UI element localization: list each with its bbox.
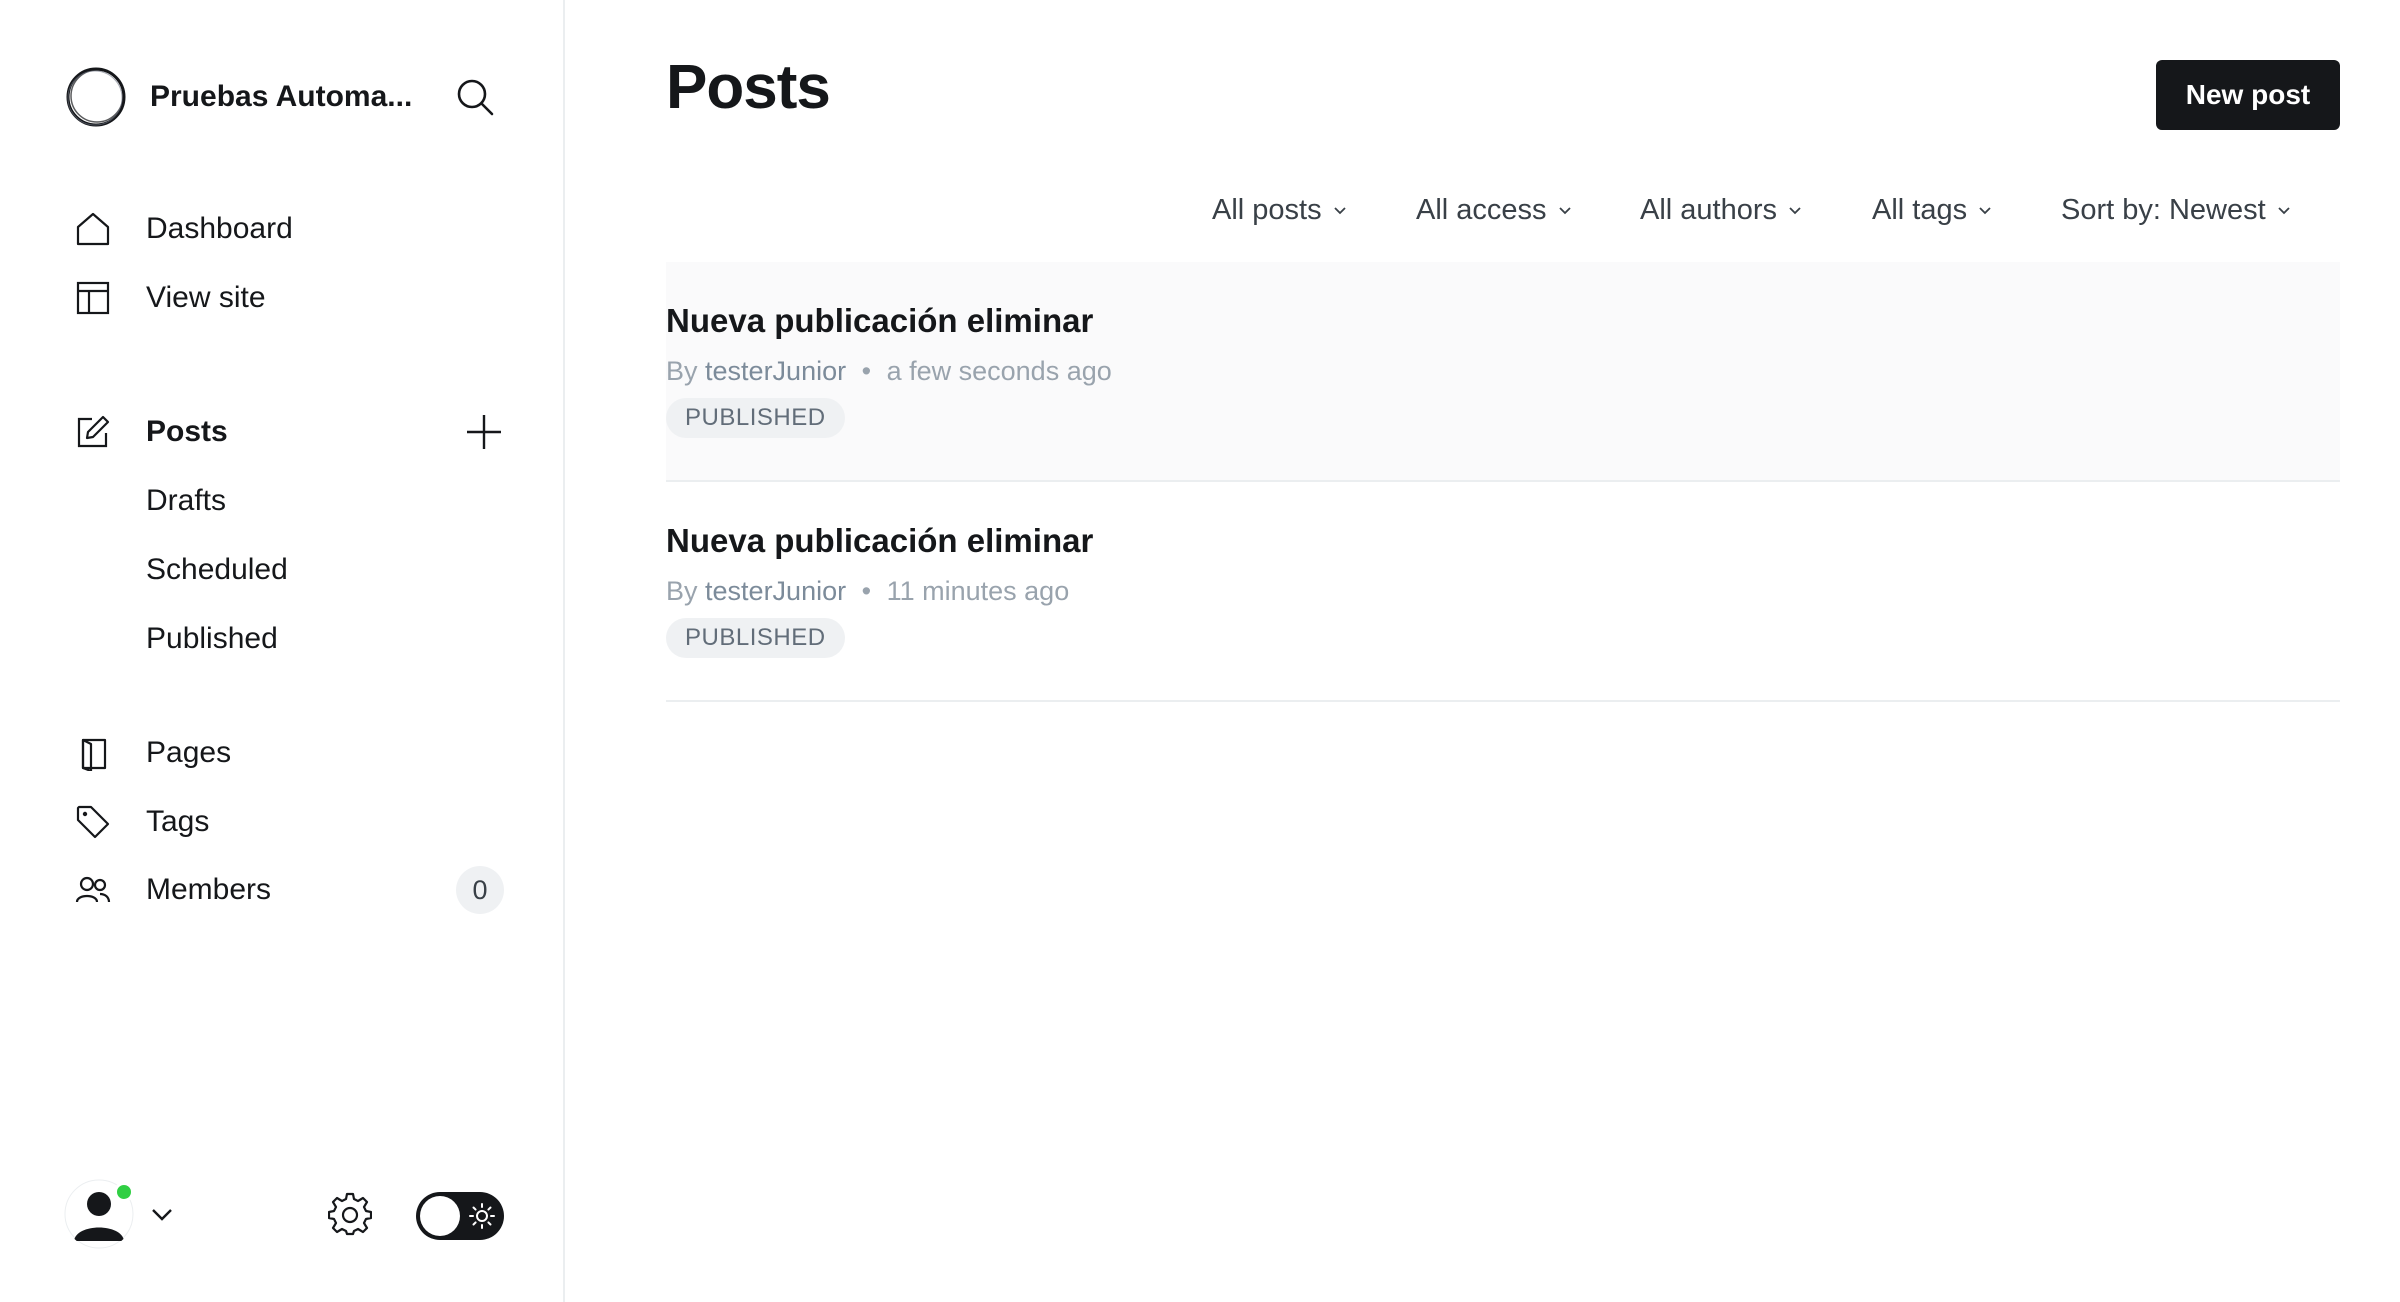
nav-scheduled[interactable]: Scheduled (146, 545, 288, 595)
post-author: testerJunior (705, 576, 847, 606)
post-meta: By testerJunior • 11 minutes ago (666, 576, 1069, 607)
filter-post-type[interactable]: All posts (1212, 188, 1348, 232)
gear-icon (328, 1192, 372, 1236)
sidebar: Pruebas Automa... Dashboard View site Po… (0, 0, 565, 1302)
chevron-down-icon (1557, 202, 1573, 218)
nav-pages[interactable]: Pages (74, 726, 231, 780)
nav-pages-label: Pages (146, 736, 232, 769)
nav-tags[interactable]: Tags (74, 795, 209, 849)
filter-post-type-label: All posts (1212, 193, 1322, 226)
meta-separator: • (861, 356, 872, 386)
post-author: testerJunior (705, 356, 847, 386)
tag-icon (74, 803, 112, 841)
nav-members-label: Members (146, 873, 272, 906)
nav-published[interactable]: Published (146, 614, 278, 664)
nav-tags-label: Tags (146, 805, 210, 838)
nav-dashboard[interactable]: Dashboard (74, 202, 293, 256)
nav-view-site-label: View site (146, 281, 266, 314)
nav-dashboard-label: Dashboard (146, 212, 293, 245)
filter-authors[interactable]: All authors (1640, 188, 1803, 232)
chevron-down-icon (1332, 202, 1348, 218)
chevron-down-icon (1977, 202, 1993, 218)
page-icon (74, 734, 112, 772)
settings-button[interactable] (326, 1190, 374, 1238)
site-header: Pruebas Automa... (64, 64, 504, 130)
post-title[interactable]: Nueva publicación eliminar (666, 522, 1093, 560)
home-icon (74, 210, 112, 248)
search-icon (457, 79, 494, 116)
status-badge: PUBLISHED (666, 398, 845, 438)
layout-icon (74, 279, 112, 317)
members-icon (74, 871, 112, 909)
chevron-down-icon (1787, 202, 1803, 218)
post-title[interactable]: Nueva publicación eliminar (666, 302, 1093, 340)
nav-drafts-label: Drafts (146, 484, 227, 517)
page-title: Posts (666, 53, 831, 122)
nav-view-site[interactable]: View site (74, 271, 266, 325)
nav-posts-label: Posts (146, 415, 228, 448)
post-row[interactable]: Nueva publicación eliminar By testerJuni… (666, 482, 2340, 702)
post-row[interactable]: Nueva publicación eliminar By testerJuni… (666, 262, 2340, 482)
meta-separator: • (861, 576, 872, 606)
filter-authors-label: All authors (1640, 193, 1778, 226)
nav-posts[interactable]: Posts (74, 405, 228, 459)
search-button[interactable] (452, 74, 498, 120)
members-count-badge: 0 (456, 866, 504, 914)
nav-members[interactable]: Members (74, 863, 271, 917)
site-logo[interactable] (64, 65, 128, 129)
post-time: 11 minutes ago (886, 576, 1070, 606)
site-title[interactable]: Pruebas Automa... (150, 80, 430, 114)
edit-icon (74, 413, 112, 451)
toggle-knob (420, 1196, 460, 1236)
filter-bar: All posts All access All authors All tag… (567, 188, 2400, 232)
main-content: Posts New post All posts All access All … (567, 0, 2400, 1302)
theme-toggle[interactable] (416, 1192, 504, 1240)
add-post-button[interactable] (462, 410, 506, 454)
sun-icon (469, 1203, 495, 1229)
filter-tags[interactable]: All tags (1872, 188, 1993, 232)
chevron-down-icon (2276, 202, 2292, 218)
filter-access[interactable]: All access (1416, 188, 1573, 232)
chevron-down-icon (148, 1200, 176, 1228)
status-badge: PUBLISHED (666, 618, 845, 658)
nav-scheduled-label: Scheduled (146, 553, 288, 586)
post-list: Nueva publicación eliminar By testerJuni… (666, 262, 2340, 702)
post-by: By (666, 576, 698, 606)
nav-published-label: Published (146, 622, 278, 655)
nav-drafts[interactable]: Drafts (146, 476, 226, 526)
filter-sort-label: Sort by: Newest (2061, 193, 2266, 226)
filter-tags-label: All tags (1872, 193, 1968, 226)
post-by: By (666, 356, 698, 386)
new-post-button[interactable]: New post (2156, 60, 2340, 130)
online-status-dot (114, 1182, 134, 1202)
filter-access-label: All access (1416, 193, 1547, 226)
post-meta: By testerJunior • a few seconds ago (666, 356, 1112, 387)
plus-icon (467, 415, 501, 449)
post-time: a few seconds ago (886, 356, 1112, 386)
filter-sort[interactable]: Sort by: Newest (2061, 188, 2292, 232)
